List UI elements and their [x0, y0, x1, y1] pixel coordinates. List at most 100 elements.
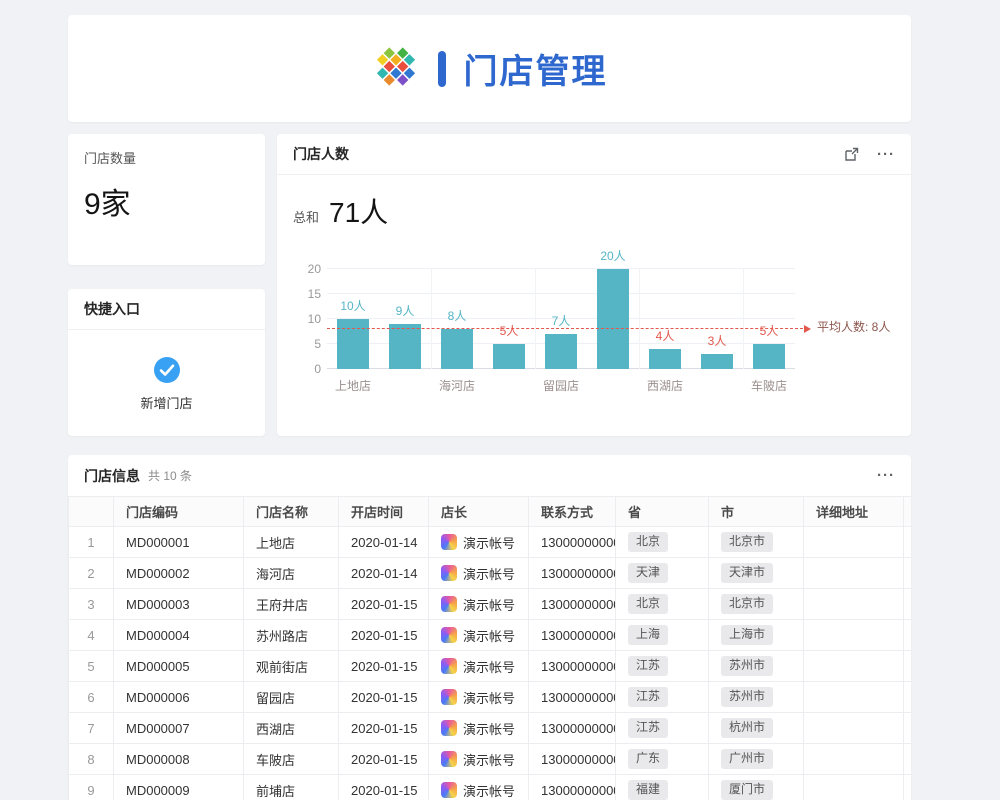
- store-count-title: 门店数量: [84, 148, 249, 167]
- city-cell: 北京市: [709, 589, 804, 620]
- phone-cell: 13000000000: [529, 744, 616, 775]
- cut-off-cell: [904, 713, 912, 744]
- table-row[interactable]: 9MD000009前埔店2020-01-15演示帐号13000000000福建厦…: [69, 775, 912, 800]
- cut-off-cell: [904, 744, 912, 775]
- phone-cell: 13000000000: [529, 589, 616, 620]
- row-index-cell: 8: [69, 744, 114, 775]
- cut-off-cell: [904, 527, 912, 558]
- city-tag: 苏州市: [721, 687, 773, 707]
- table-header-row: 门店编码门店名称开店时间店长联系方式省市详细地址: [69, 497, 912, 527]
- headcount-title: 门店人数: [293, 144, 349, 164]
- row-index-cell: 5: [69, 651, 114, 682]
- cut-off-column-header: [904, 497, 912, 527]
- cut-off-cell: [904, 589, 912, 620]
- column-header: 联系方式: [529, 497, 616, 527]
- store-name-cell: 苏州路店: [244, 620, 339, 651]
- table-row[interactable]: 6MD000006留园店2020-01-15演示帐号13000000000江苏苏…: [69, 682, 912, 713]
- manager-cell: 演示帐号: [429, 558, 529, 589]
- address-cell: [804, 527, 904, 558]
- table-row[interactable]: 8MD000008车陂店2020-01-15演示帐号13000000000广东广…: [69, 744, 912, 775]
- province-tag: 北京: [628, 532, 668, 552]
- x-axis-labels: 上地店海河店留园店西湖店车陂店: [327, 377, 795, 394]
- y-axis-tick-label: 20: [293, 262, 321, 276]
- bar-slot: 7人: [535, 269, 587, 369]
- manager-avatar-icon: [441, 534, 457, 550]
- bar-slot: 5人: [483, 269, 535, 369]
- bar-value-label: 8人: [431, 307, 483, 324]
- manager-name: 演示帐号: [463, 626, 515, 645]
- manager-avatar-icon: [441, 782, 457, 798]
- page: 门店管理 门店数量 9家 快捷入口: [0, 0, 1000, 800]
- manager-cell: 演示帐号: [429, 713, 529, 744]
- bar-value-label: 3人: [691, 332, 743, 349]
- open-date-cell: 2020-01-15: [339, 620, 429, 651]
- phone-cell: 13000000000: [529, 775, 616, 800]
- manager-name: 演示帐号: [463, 781, 515, 800]
- quick-entry-title-row: 快捷入口: [68, 289, 265, 330]
- x-axis-label: [379, 377, 431, 394]
- row-index-header: [69, 497, 114, 527]
- store-code-cell: MD000003: [114, 589, 244, 620]
- phone-cell: 13000000000: [529, 558, 616, 589]
- manager-name: 演示帐号: [463, 595, 515, 614]
- table-row[interactable]: 4MD000004苏州路店2020-01-15演示帐号13000000000上海…: [69, 620, 912, 651]
- add-store-label: 新增门店: [140, 393, 192, 412]
- table-row[interactable]: 3MD000003王府井店2020-01-15演示帐号13000000000北京…: [69, 589, 912, 620]
- bar-王府井店: [389, 324, 421, 369]
- city-tag: 天津市: [721, 563, 773, 583]
- bar-上地店: [337, 319, 369, 369]
- x-axis-label: [691, 377, 743, 394]
- province-tag: 江苏: [628, 656, 668, 676]
- table-row[interactable]: 7MD000007西湖店2020-01-15演示帐号13000000000江苏杭…: [69, 713, 912, 744]
- column-header: 店长: [429, 497, 529, 527]
- x-axis-label: [483, 377, 535, 394]
- bar-value-label: 7人: [535, 312, 587, 329]
- manager-name: 演示帐号: [463, 719, 515, 738]
- manager-cell: 演示帐号: [429, 589, 529, 620]
- phone-cell: 13000000000: [529, 682, 616, 713]
- table-row[interactable]: 1MD000001上地店2020-01-14演示帐号13000000000北京北…: [69, 527, 912, 558]
- column-header: 省: [616, 497, 709, 527]
- manager-cell: 演示帐号: [429, 744, 529, 775]
- table-row[interactable]: 5MD000005观前街店2020-01-15演示帐号13000000000江苏…: [69, 651, 912, 682]
- main-row: 门店数量 9家 快捷入口 新增门店: [68, 134, 911, 436]
- city-tag: 广州市: [721, 749, 773, 769]
- table-row[interactable]: 2MD000002海河店2020-01-14演示帐号13000000000天津天…: [69, 558, 912, 589]
- bar-chart-plot: 10人9人8人5人7人20人4人3人5人 05101520平均人数: 8人: [327, 269, 795, 369]
- more-options-icon[interactable]: ···: [877, 147, 895, 162]
- address-cell: [804, 713, 904, 744]
- column-header: 门店编码: [114, 497, 244, 527]
- row-index-cell: 7: [69, 713, 114, 744]
- bar-slot: 5人: [743, 269, 795, 369]
- city-cell: 天津市: [709, 558, 804, 589]
- bar-value-label: 10人: [327, 297, 379, 314]
- manager-cell: 演示帐号: [429, 775, 529, 800]
- open-in-new-icon[interactable]: [844, 147, 859, 162]
- province-cell: 广东: [616, 744, 709, 775]
- city-cell: 杭州市: [709, 713, 804, 744]
- bar-value-label: 4人: [639, 327, 691, 344]
- store-count-card: 门店数量 9家: [68, 134, 265, 265]
- more-options-icon[interactable]: ···: [877, 468, 895, 483]
- city-tag: 杭州市: [721, 718, 773, 738]
- manager-avatar-icon: [441, 751, 457, 767]
- manager-name: 演示帐号: [463, 688, 515, 707]
- store-name-cell: 前埔店: [244, 775, 339, 800]
- manager-name: 演示帐号: [463, 564, 515, 583]
- province-cell: 北京: [616, 527, 709, 558]
- manager-avatar-icon: [441, 658, 457, 674]
- y-axis-tick-label: 15: [293, 287, 321, 301]
- cut-off-cell: [904, 651, 912, 682]
- city-tag: 厦门市: [721, 780, 773, 800]
- bar-slot: 9人: [379, 269, 431, 369]
- bar-观前街店: [597, 269, 629, 369]
- add-store-button[interactable]: 新增门店: [68, 330, 265, 436]
- city-cell: 苏州市: [709, 682, 804, 713]
- phone-cell: 13000000000: [529, 527, 616, 558]
- store-name-cell: 留园店: [244, 682, 339, 713]
- store-name-cell: 上地店: [244, 527, 339, 558]
- city-tag: 北京市: [721, 594, 773, 614]
- province-cell: 北京: [616, 589, 709, 620]
- content: 门店管理 门店数量 9家 快捷入口: [68, 15, 911, 800]
- province-tag: 江苏: [628, 718, 668, 738]
